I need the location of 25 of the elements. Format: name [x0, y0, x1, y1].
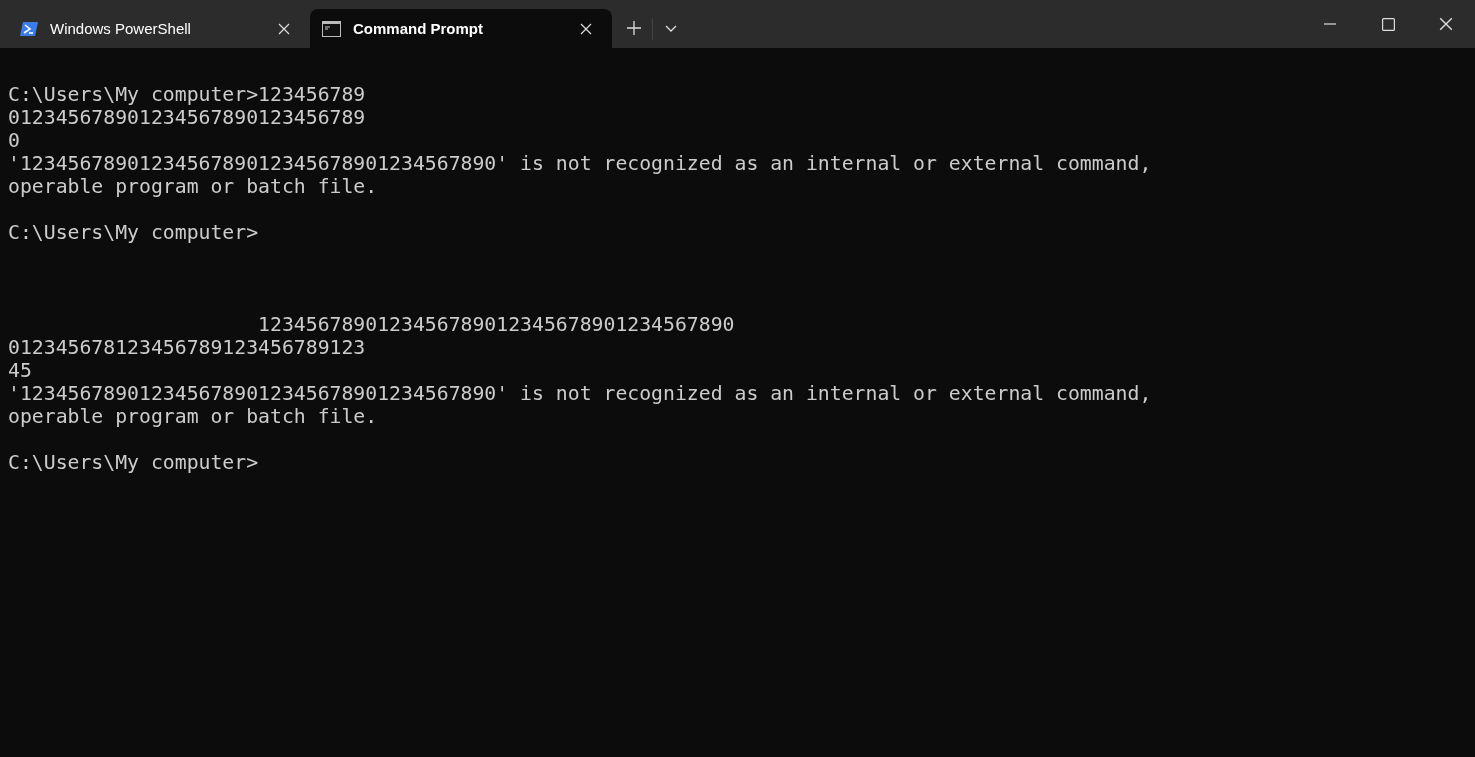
terminal-line: 012345678123456789123456789123 — [8, 336, 366, 359]
terminal-line: C:\Users\My computer> — [8, 451, 259, 474]
terminal-line: operable program or batch file. — [8, 405, 378, 428]
tab[interactable]: Windows PowerShell — [8, 9, 310, 48]
tab-title: Command Prompt — [353, 20, 484, 37]
terminal-line: 45 — [8, 359, 32, 382]
terminal-line: '1234567890123456789012345678901234567890' is not recognized as an internal or external command, — [8, 382, 1152, 405]
minimize-icon — [1324, 23, 1336, 25]
terminal-line: 012345678901234567890123456789 — [8, 106, 366, 129]
terminal-line: 1234567890123456789012345678901234567890 — [257, 313, 735, 336]
close-icon — [278, 22, 290, 35]
plus-icon — [627, 21, 641, 35]
console-window-icon — [322, 20, 341, 37]
tab[interactable]: Command Prompt — [310, 9, 612, 48]
tab-title: Windows PowerShell — [50, 20, 192, 37]
close-icon — [580, 22, 592, 35]
terminal-line: 0 — [8, 129, 20, 152]
terminal-prompt-icon — [20, 20, 38, 37]
terminal-line: C:\Users\My computer> — [8, 221, 259, 244]
terminal-line: C:\Users\My computer>123456789 — [8, 83, 366, 106]
terminal-line: '1234567890123456789012345678901234567890' is not recognized as an internal or external command, — [8, 152, 1152, 175]
terminal-line: operable program or batch file. — [8, 175, 378, 198]
maximize-icon — [1381, 17, 1395, 31]
chevron-down-icon — [665, 24, 677, 32]
close-icon — [1439, 17, 1453, 31]
